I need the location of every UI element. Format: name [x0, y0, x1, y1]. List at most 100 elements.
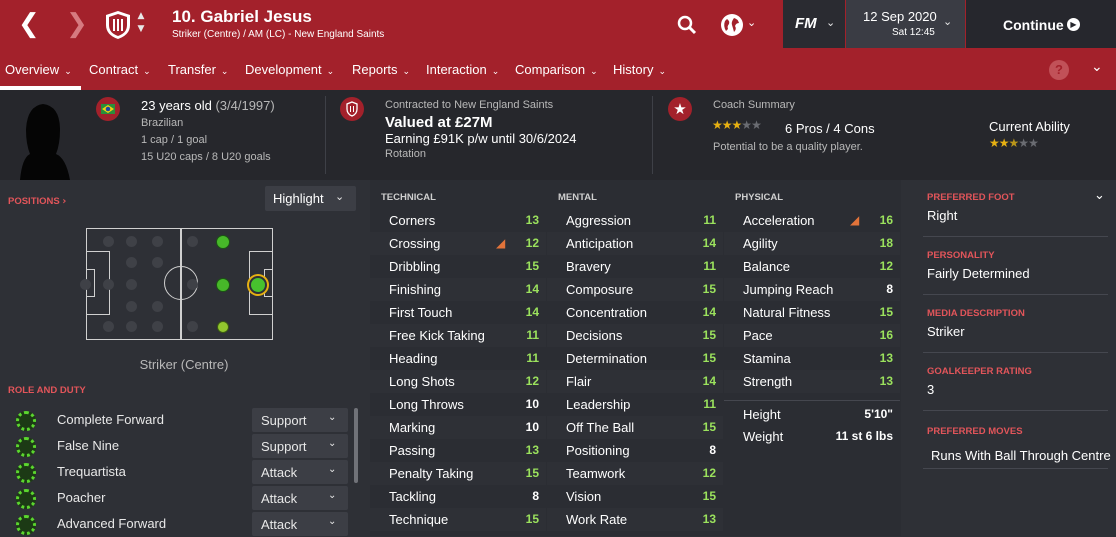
- attribute-row[interactable]: Vision 15: [547, 485, 723, 508]
- position-dot-am-left[interactable]: [216, 235, 230, 249]
- position-dot[interactable]: [126, 279, 137, 290]
- attribute-row[interactable]: Teamwork 12: [547, 462, 723, 485]
- attribute-row[interactable]: Strength 13: [724, 370, 900, 393]
- attribute-row[interactable]: Corners 13: [370, 209, 546, 232]
- globe-icon[interactable]: [720, 13, 744, 37]
- attribute-row[interactable]: Penalty Taking 15: [370, 462, 546, 485]
- attribute-row[interactable]: Finishing 14: [370, 278, 546, 301]
- back-arrow-icon[interactable]: ❮: [18, 9, 40, 39]
- position-dot[interactable]: [187, 321, 198, 332]
- role-list-scrollbar[interactable]: [354, 408, 358, 483]
- attribute-row[interactable]: Work Rate 13: [547, 508, 723, 531]
- attribute-value: 14: [702, 236, 716, 250]
- position-dot[interactable]: [103, 321, 114, 332]
- attribute-row[interactable]: Jumping Reach 8: [724, 278, 900, 301]
- attribute-row[interactable]: Composure 15: [547, 278, 723, 301]
- attribute-row[interactable]: Crossing ◢ 12: [370, 232, 546, 255]
- position-dot[interactable]: [126, 257, 137, 268]
- attribute-name: Free Kick Taking: [389, 328, 485, 343]
- attribute-row[interactable]: Free Kick Taking 11: [370, 324, 546, 347]
- position-dot[interactable]: [152, 321, 163, 332]
- position-dot[interactable]: [126, 301, 137, 312]
- details-collapse-icon[interactable]: ⌄: [1094, 188, 1105, 203]
- attribute-row[interactable]: Off The Ball 15: [547, 416, 723, 439]
- attribute-row[interactable]: Tackling 8: [370, 485, 546, 508]
- player-switch-icon[interactable]: ▲ ▼: [135, 10, 147, 36]
- attribute-row[interactable]: Technique 15: [370, 508, 546, 531]
- role-row[interactable]: Poacher Attack ⌄: [0, 485, 355, 511]
- attribute-value: 12: [879, 259, 893, 273]
- duty-dropdown[interactable]: Attack ⌄: [252, 460, 348, 484]
- attribute-row[interactable]: Aggression 11: [547, 209, 723, 232]
- position-dot[interactable]: [152, 257, 163, 268]
- position-dot-am-centre[interactable]: [216, 278, 230, 292]
- menu-history[interactable]: History ⌄: [613, 62, 666, 77]
- positions-title[interactable]: POSITIONS ›: [8, 196, 66, 207]
- attribute-name: Corners: [389, 213, 436, 228]
- position-dot[interactable]: [126, 236, 137, 247]
- attribute-value: 15: [525, 259, 539, 273]
- club-crest-icon[interactable]: [104, 10, 132, 40]
- attribute-row[interactable]: First Touch 14: [370, 301, 546, 324]
- help-icon[interactable]: ?: [1049, 60, 1069, 80]
- position-dot[interactable]: [152, 236, 163, 247]
- date-display[interactable]: 12 Sep 2020 Sat 12:45 ⌄: [846, 0, 965, 48]
- attribute-row[interactable]: Pace 16: [724, 324, 900, 347]
- position-dot[interactable]: [187, 236, 198, 247]
- attribute-name: Off The Ball: [566, 420, 635, 435]
- duty-dropdown[interactable]: Support ⌄: [252, 408, 348, 432]
- attribute-row[interactable]: Agility 18: [724, 232, 900, 255]
- menu-reports[interactable]: Reports ⌄: [352, 62, 410, 77]
- attribute-row[interactable]: Anticipation 14: [547, 232, 723, 255]
- attribute-row[interactable]: Heading 11: [370, 347, 546, 370]
- globe-dropdown-icon[interactable]: ⌄: [747, 16, 756, 29]
- attribute-row[interactable]: Long Throws 10: [370, 393, 546, 416]
- duty-dropdown[interactable]: Attack ⌄: [252, 486, 348, 510]
- attribute-row[interactable]: Concentration 14: [547, 301, 723, 324]
- attribute-row[interactable]: Acceleration ◢ 16: [724, 209, 900, 232]
- duty-dropdown[interactable]: Attack ⌄: [252, 512, 348, 536]
- attribute-row[interactable]: Positioning 8: [547, 439, 723, 462]
- attribute-value: 15: [702, 489, 716, 503]
- attribute-row[interactable]: Long Shots 12: [370, 370, 546, 393]
- role-row[interactable]: Complete Forward Support ⌄: [0, 407, 355, 433]
- fm-menu[interactable]: FM ⌄: [783, 0, 845, 48]
- duty-dropdown[interactable]: Support ⌄: [252, 434, 348, 458]
- attribute-value: 13: [702, 512, 716, 526]
- attribute-row[interactable]: Balance 12: [724, 255, 900, 278]
- attribute-row[interactable]: Passing 13: [370, 439, 546, 462]
- menu-interaction[interactable]: Interaction ⌄: [426, 62, 499, 77]
- position-dot[interactable]: [187, 279, 198, 290]
- attribute-row[interactable]: Natural Fitness 15: [724, 301, 900, 324]
- menu-transfer[interactable]: Transfer ⌄: [168, 62, 228, 77]
- search-icon[interactable]: [677, 15, 697, 35]
- forward-arrow-icon[interactable]: ❯: [66, 9, 88, 39]
- attribute-row[interactable]: Flair 14: [547, 370, 723, 393]
- role-row[interactable]: Trequartista Attack ⌄: [0, 459, 355, 485]
- position-dot[interactable]: [80, 279, 91, 290]
- position-dot-am-right[interactable]: [217, 321, 229, 333]
- role-name: Trequartista: [57, 464, 126, 479]
- attribute-row[interactable]: Decisions 15: [547, 324, 723, 347]
- attribute-row[interactable]: Dribbling 15: [370, 255, 546, 278]
- menu-overview[interactable]: Overview ⌄: [5, 62, 72, 77]
- highlight-dropdown[interactable]: Highlight ⌄: [265, 186, 356, 211]
- menu-development[interactable]: Development ⌄: [245, 62, 334, 77]
- position-dot[interactable]: [103, 279, 114, 290]
- attribute-row[interactable]: Stamina 13: [724, 347, 900, 370]
- attribute-row[interactable]: Bravery 11: [547, 255, 723, 278]
- attribute-row[interactable]: Determination 15: [547, 347, 723, 370]
- position-dot[interactable]: [126, 321, 137, 332]
- menu-label: Interaction: [426, 62, 487, 77]
- attribute-row[interactable]: Marking 10: [370, 416, 546, 439]
- menu-contract[interactable]: Contract ⌄: [89, 62, 151, 77]
- menu-comparison[interactable]: Comparison ⌄: [515, 62, 598, 77]
- role-row[interactable]: False Nine Support ⌄: [0, 433, 355, 459]
- attribute-row[interactable]: Leadership 11: [547, 393, 723, 416]
- continue-button[interactable]: Continue ▶: [966, 0, 1116, 48]
- position-dot[interactable]: [152, 301, 163, 312]
- position-dot[interactable]: [103, 236, 114, 247]
- role-row[interactable]: Advanced Forward Attack ⌄: [0, 511, 355, 537]
- position-dot-striker-selected[interactable]: [247, 274, 269, 296]
- menu-collapse-icon[interactable]: ⌄: [1091, 59, 1103, 75]
